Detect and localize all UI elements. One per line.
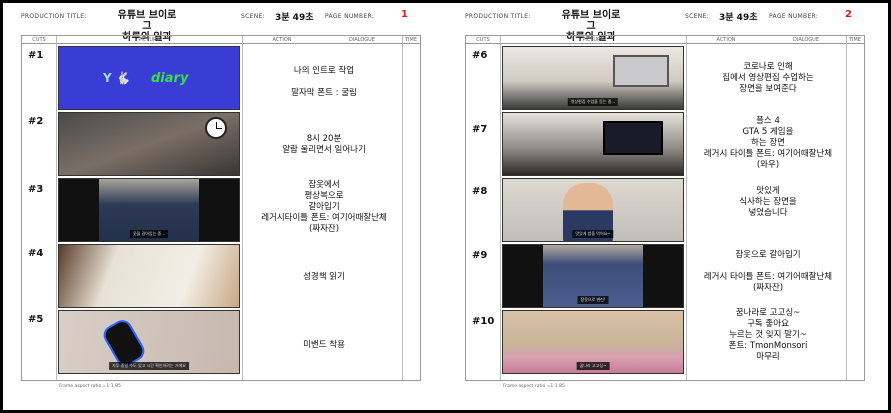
- page-header: PRODUCTION TITLE: 유튜브 브이로그 하루의 일과 SCENE:…: [21, 9, 431, 43]
- storyboard-page-1: PRODUCTION TITLE: 유튜브 브이로그 하루의 일과 SCENE:…: [21, 9, 431, 393]
- col-cuts: CUTS: [466, 36, 500, 44]
- scene-duration: 3분 49초: [275, 13, 314, 23]
- col-picture: PICTURE: [56, 36, 242, 44]
- monitor: [603, 121, 663, 155]
- subtitle-caption: 자투 중일 수도 있고 시간 확인하려는 거에요: [109, 362, 189, 370]
- cut-picture-sleeping: 꿈나라 고고싱~: [502, 310, 684, 374]
- storyboard-grid: CUTS PICTURE ACTION DIALOGUE TIME #6 영상편…: [465, 35, 865, 381]
- divider: [500, 36, 501, 380]
- cut-action: 나의 인트로 작업 말자막 폰트 : 굴림: [291, 66, 357, 98]
- col-dialogue: DIALOGUE: [322, 36, 402, 44]
- cut-picture-band: 자투 중일 수도 있고 시간 확인하려는 거에요: [58, 310, 240, 374]
- cut-action: 맛있게 식사하는 장면을 넣었습니다: [739, 186, 797, 218]
- storyboard-page-2: PRODUCTION TITLE: 유튜브 브이로그 하루의 일과 SCENE:…: [465, 9, 875, 393]
- page-number-label: PAGE NUMBER:: [325, 13, 375, 20]
- col-time: TIME: [846, 36, 864, 44]
- page-number: 2: [845, 9, 852, 20]
- cut-action: 성경책 읽기: [303, 272, 345, 282]
- cut-action: 미밴드 착용: [303, 340, 345, 350]
- cut-action: 꿈나라로 고고싱~ 구독 좋아요 누르는 것 잊지 말기~ 폰트: TmonMo…: [728, 308, 808, 362]
- divider: [56, 36, 57, 380]
- production-title-label: PRODUCTION TITLE:: [465, 13, 531, 20]
- cut-number: #4: [28, 248, 44, 259]
- col-dialogue: DIALOGUE: [766, 36, 846, 44]
- scene-label: SCENE:: [685, 13, 709, 20]
- cut-picture-gaming: [502, 112, 684, 176]
- divider: [686, 36, 687, 380]
- cut-picture-bible: [58, 244, 240, 308]
- cut-picture-eating: 맛있게 밥을 먹어요~: [502, 178, 684, 242]
- subtitle-caption: 잠옷으로 변신!: [577, 296, 609, 304]
- subtitle-caption: 맛있게 밥을 먹어요~: [572, 230, 614, 238]
- diary-title: diary: [151, 71, 189, 86]
- subtitle-caption: 옷을 갈아입는 중...: [129, 230, 169, 238]
- cut-number: #2: [28, 116, 44, 127]
- laptop: [613, 55, 669, 87]
- divider: [242, 36, 243, 380]
- col-cuts: CUTS: [22, 36, 56, 44]
- diary-logo: Y 🐇: [103, 71, 131, 85]
- cut-action: 8시 20분 알람 울리면서 일어나기: [282, 134, 366, 155]
- storyboard-frame: PRODUCTION TITLE: 유튜브 브이로그 하루의 일과 SCENE:…: [3, 3, 888, 410]
- subtitle-caption: 꿈나라 고고싱~: [576, 362, 610, 370]
- col-time: TIME: [402, 36, 420, 44]
- col-action: ACTION: [686, 36, 766, 44]
- storyboard-grid: CUTS PICTURE ACTION DIALOGUE TIME #1 Y 🐇…: [21, 35, 421, 381]
- cut-number: #8: [472, 186, 488, 197]
- cut-number: #9: [472, 250, 488, 261]
- aspect-ratio-note: Frame aspect ratio =1:1.85: [59, 384, 121, 389]
- scene-label: SCENE:: [241, 13, 265, 20]
- cut-picture-intro: Y 🐇 diary: [58, 46, 240, 110]
- page-number: 1: [401, 9, 408, 20]
- cut-action: 코로나로 인해 집에서 영상편집 수업하는 장면을 보여준다: [722, 62, 814, 94]
- cut-picture-bed: [58, 112, 240, 176]
- cut-action: 잠옷에서 평상복으로 갈아입기 레거시타이틀 폰트: 여기어때잘난체 (짜자잔): [261, 180, 387, 234]
- page-number-label: PAGE NUMBER:: [769, 13, 819, 20]
- cut-picture-editing: 영상편집 수업을 듣는 중...: [502, 46, 684, 110]
- cut-number: #10: [472, 316, 495, 327]
- production-title-label: PRODUCTION TITLE:: [21, 13, 87, 20]
- cut-action: 플스 4 GTA 5 게임을 하는 장면 레거시 타이틀 폰트: 여기어때잘난체…: [703, 116, 833, 170]
- cut-picture-pajamas: 잠옷으로 변신!: [502, 244, 684, 308]
- cut-action: 잠옷으로 갈아입기 레거시 타이틀 폰트: 여기어때잘난체 (짜자잔): [703, 250, 833, 293]
- clock-icon: [205, 117, 227, 139]
- scene-duration: 3분 49초: [719, 13, 758, 23]
- cut-number: #3: [28, 184, 44, 195]
- cut-number: #6: [472, 50, 488, 61]
- subtitle-caption: 영상편집 수업을 듣는 중...: [567, 98, 619, 106]
- cut-number: #1: [28, 50, 44, 61]
- col-action: ACTION: [242, 36, 322, 44]
- page-header: PRODUCTION TITLE: 유튜브 브이로그 하루의 일과 SCENE:…: [465, 9, 875, 43]
- cut-picture-dressing: 옷을 갈아입는 중...: [58, 178, 240, 242]
- cut-number: #5: [28, 314, 44, 325]
- col-picture: PICTURE: [500, 36, 686, 44]
- aspect-ratio-note: Frame aspect ratio =1:1.85: [503, 384, 565, 389]
- cut-number: #7: [472, 124, 488, 135]
